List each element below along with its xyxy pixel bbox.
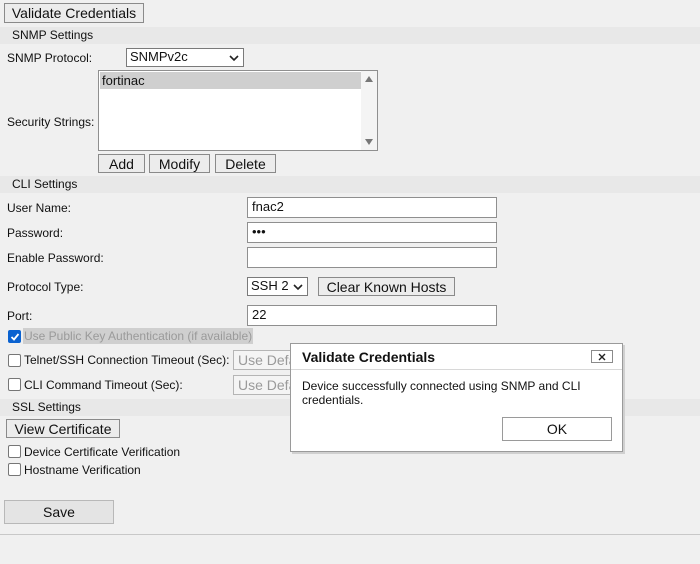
bottom-divider: [0, 534, 700, 535]
dialog-title: Validate Credentials: [302, 349, 436, 365]
save-button[interactable]: Save: [4, 500, 114, 524]
security-strings-list[interactable]: fortinac: [98, 70, 378, 151]
snmp-protocol-value: SNMPv2c: [130, 49, 188, 64]
validate-credentials-dialog: Validate Credentials Device successfully…: [290, 343, 623, 452]
password-label: Password:: [7, 226, 64, 240]
scroll-down-icon[interactable]: [364, 138, 374, 146]
checkmark-icon: [10, 333, 20, 341]
view-certificate-button[interactable]: View Certificate: [6, 419, 120, 438]
hostname-verification-checkbox[interactable]: [8, 463, 21, 476]
protocol-type-value: SSH 2: [251, 278, 289, 293]
chevron-down-icon: [229, 55, 239, 62]
connection-timeout-checkbox[interactable]: [8, 354, 21, 367]
cli-settings-header: CLI Settings: [0, 176, 700, 193]
dialog-close-button[interactable]: [591, 350, 613, 363]
snmp-protocol-label: SNMP Protocol:: [7, 51, 93, 65]
enable-password-label: Enable Password:: [7, 251, 104, 265]
scroll-up-icon[interactable]: [364, 75, 374, 83]
security-strings-scrollbar[interactable]: [361, 71, 377, 150]
chevron-down-icon: [293, 284, 303, 291]
dialog-ok-button[interactable]: OK: [502, 417, 612, 441]
validate-credentials-button[interactable]: Validate Credentials: [4, 3, 144, 23]
device-certificate-label: Device Certificate Verification: [24, 445, 181, 459]
protocol-type-select[interactable]: SSH 2: [247, 277, 308, 296]
port-label: Port:: [7, 309, 33, 323]
dialog-divider: [291, 369, 622, 370]
enable-password-input[interactable]: [247, 247, 497, 268]
public-key-label: Use Public Key Authentication (if availa…: [23, 328, 254, 344]
username-input[interactable]: fnac2: [247, 197, 497, 218]
snmp-settings-header: SNMP Settings: [0, 27, 700, 44]
cli-command-timeout-label: CLI Command Timeout (Sec):: [24, 378, 183, 392]
clear-known-hosts-button[interactable]: Clear Known Hosts: [318, 277, 455, 296]
snmp-protocol-select[interactable]: SNMPv2c: [126, 48, 244, 67]
cli-command-timeout-checkbox[interactable]: [8, 378, 21, 391]
protocol-type-label: Protocol Type:: [7, 280, 84, 294]
public-key-checkbox[interactable]: [8, 330, 21, 343]
list-item[interactable]: fortinac: [100, 72, 362, 89]
hostname-verification-label: Hostname Verification: [24, 463, 141, 477]
add-button[interactable]: Add: [98, 154, 145, 173]
username-label: User Name:: [7, 201, 72, 215]
security-strings-label: Security Strings:: [7, 115, 95, 129]
connection-timeout-label: Telnet/SSH Connection Timeout (Sec):: [24, 353, 230, 367]
modify-button[interactable]: Modify: [149, 154, 210, 173]
delete-button[interactable]: Delete: [215, 154, 276, 173]
password-input[interactable]: •••: [247, 222, 497, 243]
port-input[interactable]: 22: [247, 305, 497, 326]
dialog-message: Device successfully connected using SNMP…: [302, 379, 581, 407]
close-icon: [598, 353, 606, 361]
device-certificate-checkbox[interactable]: [8, 445, 21, 458]
